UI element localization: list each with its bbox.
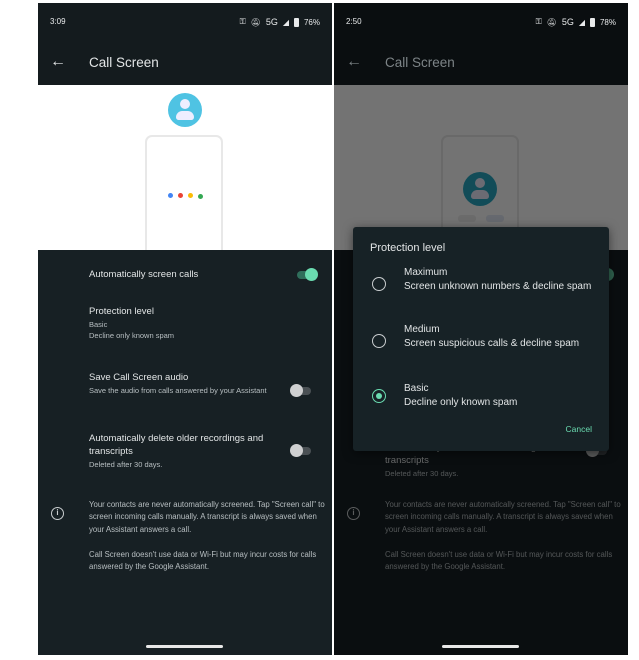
option-desc: Decline only known spam — [404, 397, 518, 408]
auto-screen-label: Automatically screen calls — [89, 269, 199, 280]
auto-screen-toggle[interactable] — [297, 268, 318, 281]
auto-screen-row[interactable]: Automatically screen calls — [38, 261, 332, 291]
signal-icon: ◢ — [578, 17, 585, 27]
network-label: 5G — [265, 17, 278, 27]
save-audio-label: Save Call Screen audio — [89, 372, 189, 383]
illustration — [38, 85, 332, 250]
auto-delete-label: Automatically delete older recordings an… — [89, 433, 264, 457]
status-bar: 3:09 ⚿ 🔕︎ 5G ◢ 76% — [38, 3, 332, 41]
toolbar: ← Call Screen — [38, 41, 332, 85]
auto-delete-row[interactable]: Automatically delete older recordings an… — [89, 432, 289, 470]
status-time: 2:50 — [346, 17, 362, 26]
option-desc: Screen unknown numbers & decline spam — [404, 281, 592, 292]
option-basic[interactable]: Basic Decline only known spam — [404, 382, 594, 410]
bell-off-icon: 🔕︎ — [546, 17, 557, 27]
option-name: Maximum — [404, 267, 448, 278]
protection-desc: Decline only known spam — [89, 331, 175, 340]
vpn-key-icon: ⚿ — [239, 17, 246, 26]
network-label: 5G — [561, 17, 574, 27]
dialog-title: Protection level — [370, 242, 446, 254]
option-desc: Screen suspicious calls & decline spam — [404, 338, 580, 349]
bell-off-icon: 🔕︎ — [250, 17, 261, 27]
option-name: Medium — [404, 324, 440, 335]
radio-basic[interactable] — [372, 389, 386, 403]
home-indicator[interactable] — [146, 645, 223, 648]
option-medium[interactable]: Medium Screen suspicious calls & decline… — [404, 323, 594, 351]
signal-icon: ◢ — [282, 17, 289, 27]
battery-level: 78% — [599, 17, 616, 27]
back-arrow-icon[interactable]: ← — [50, 53, 66, 71]
auto-delete-desc: Deleted after 30 days. — [89, 460, 163, 469]
battery-level: 76% — [303, 17, 320, 27]
info-text-contacts: Your contacts are never automatically sc… — [89, 500, 325, 534]
avatar-icon — [168, 93, 202, 127]
info-icon: i — [51, 507, 64, 520]
toolbar: ← Call Screen — [334, 41, 628, 85]
status-bar: 2:50 ⚿ 🔕︎ 5G ◢ 78% — [334, 3, 628, 41]
save-audio-toggle[interactable] — [290, 384, 311, 397]
protection-label: Protection level — [89, 306, 154, 317]
status-time: 3:09 — [50, 17, 66, 26]
save-audio-desc: Save the audio from calls answered by yo… — [89, 386, 267, 395]
home-indicator[interactable] — [442, 645, 519, 648]
phone-illustration — [145, 135, 223, 250]
radio-medium[interactable] — [372, 334, 386, 348]
protection-value: Basic — [89, 320, 108, 329]
battery-icon — [293, 17, 299, 27]
page-title: Call Screen — [385, 55, 455, 70]
radio-maximum[interactable] — [372, 277, 386, 291]
protection-level-row[interactable]: Protection level Basic Decline only know… — [89, 306, 174, 341]
vpn-key-icon: ⚿ — [535, 17, 542, 26]
option-name: Basic — [404, 383, 429, 394]
auto-delete-toggle[interactable] — [290, 444, 311, 457]
info-text-costs: Call Screen doesn't use data or Wi-Fi bu… — [89, 550, 317, 572]
phone-screen-settings: 3:09 ⚿ 🔕︎ 5G ◢ 76% ← Call Screen Automat… — [38, 3, 332, 655]
protection-level-dialog: Protection level Maximum Screen unknown … — [353, 227, 609, 451]
back-arrow-icon: ← — [346, 53, 362, 70]
option-maximum[interactable]: Maximum Screen unknown numbers & decline… — [404, 266, 594, 294]
save-audio-row[interactable]: Save Call Screen audio Save the audio fr… — [89, 372, 269, 396]
page-title: Call Screen — [89, 55, 159, 70]
cancel-button[interactable]: Cancel — [566, 424, 592, 434]
phone-screen-dialog: Automatically screen calls Automatically… — [334, 3, 628, 655]
battery-icon — [589, 17, 595, 27]
